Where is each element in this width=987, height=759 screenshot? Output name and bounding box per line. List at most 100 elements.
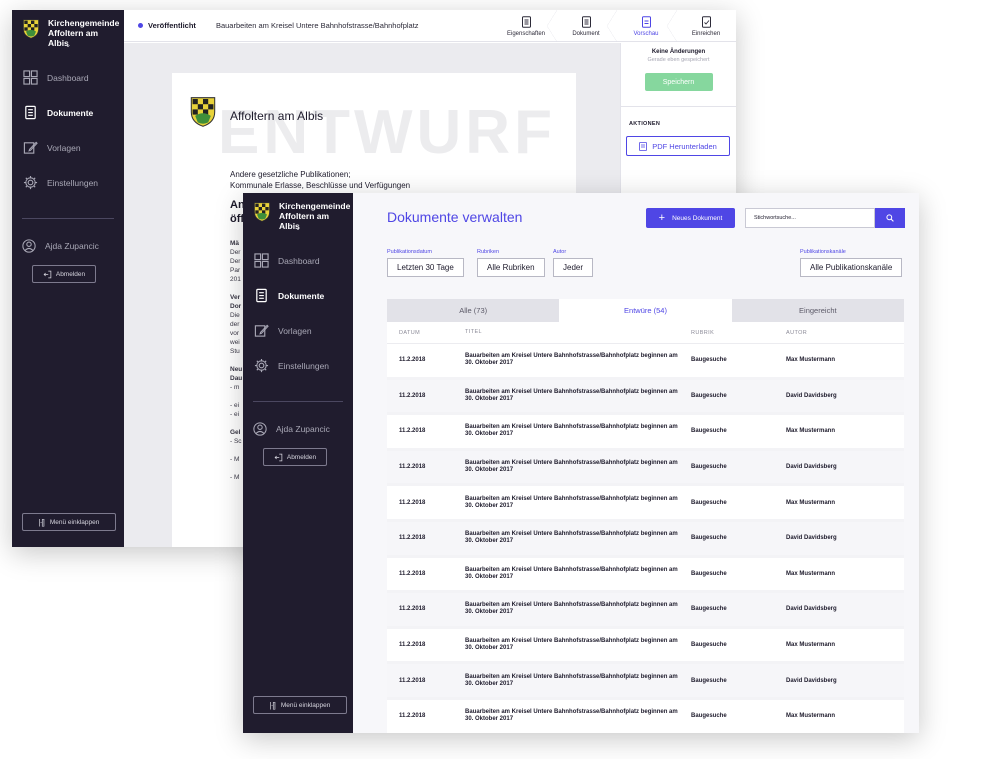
column-header-autor[interactable]: AUTOR xyxy=(786,330,904,336)
column-header-datum[interactable]: DATUM xyxy=(387,330,465,336)
user-icon xyxy=(253,422,267,436)
properties-icon xyxy=(521,15,531,28)
column-header-rubrik[interactable]: RUBRIK xyxy=(691,330,786,336)
logout-button[interactable]: Abmelden xyxy=(32,265,96,283)
draft-watermark: ENTWURF xyxy=(218,98,556,167)
search-input[interactable]: Stichwortsuche... xyxy=(745,208,875,228)
cell-author: David Davidsberg xyxy=(786,606,837,613)
filter-select[interactable]: Jeder xyxy=(553,258,594,277)
plus-icon: + xyxy=(658,212,666,224)
step-label: Eigenschaften xyxy=(506,30,546,37)
cell-date: 11.2.2018 xyxy=(399,713,426,720)
cell-date: 11.2.2018 xyxy=(399,642,426,649)
user-profile[interactable]: Ajda Zupancic xyxy=(243,422,353,436)
column-header-titel[interactable]: TITEL xyxy=(465,329,691,336)
save-button[interactable]: Speichern xyxy=(644,73,713,91)
cell-rubrik: Baugesuche xyxy=(691,357,727,364)
table-row[interactable]: 11.2.2018 Bauarbeiten am Kreisel Untere B… xyxy=(387,521,904,558)
cell-author: Max Mustermann xyxy=(786,570,836,577)
cell-date: 11.2.2018 xyxy=(399,392,426,399)
cell-date: 11.2.2018 xyxy=(399,464,426,471)
nav-label: Dokumente xyxy=(47,107,94,118)
step-dokument[interactable]: Dokument xyxy=(556,10,617,42)
collapse-icon: |·[] xyxy=(38,517,45,527)
divider xyxy=(22,218,114,219)
workflow-steps: Eigenschaften Dokument Vorschau Einreich… xyxy=(496,10,736,42)
table-row[interactable]: 11.2.2018 Bauarbeiten am Kreisel Untere B… xyxy=(387,450,904,487)
nav-item-dashboard[interactable]: Dashboard xyxy=(243,243,353,278)
cell-author: David Davidsberg xyxy=(786,464,837,471)
paper-line xyxy=(230,392,242,401)
search-button[interactable] xyxy=(875,208,905,228)
table-row[interactable]: 11.2.2018 Bauarbeiten am Kreisel Untere B… xyxy=(387,700,904,733)
nav-item-dokumente[interactable]: Dokumente xyxy=(243,278,353,313)
step-eigenschaften[interactable]: Eigenschaften xyxy=(496,10,557,42)
cell-title: Bauarbeiten am Kreisel Untere Bahnhofstr… xyxy=(465,673,678,687)
user-profile[interactable]: Ajda Zupancic xyxy=(12,239,124,253)
nav-item-dashboard[interactable]: Dashboard xyxy=(12,60,124,95)
paper-line xyxy=(230,284,242,293)
nav-item-vorlagen[interactable]: Vorlagen xyxy=(243,313,353,348)
table-header: DATUM TITEL RUBRIK AUTOR xyxy=(387,322,904,344)
collapse-menu-button[interactable]: |·[] Menü einklappen xyxy=(22,513,116,531)
chevron-down-icon[interactable]: ⌄ xyxy=(12,40,124,49)
tab-eingereicht[interactable]: Eingereicht xyxy=(732,299,904,322)
cell-title: Bauarbeiten am Kreisel Untere Bahnhofstr… xyxy=(465,353,678,367)
paper-line: Dor xyxy=(230,303,242,310)
paper-body: Mä Der Der Par 201 Ver Dor Die der vor wei Stu Neu Da… xyxy=(230,239,242,482)
table-row[interactable]: 11.2.2018 Bauarbeiten am Kreisel Untere B… xyxy=(387,629,904,665)
collapse-label: Menü einklappen xyxy=(280,701,331,709)
collapse-menu-button[interactable]: |·[] Menü einklappen xyxy=(253,696,347,714)
documents-icon xyxy=(22,105,38,121)
nav-item-dokumente[interactable]: Dokumente xyxy=(12,95,124,130)
nav-item-einstellungen[interactable]: Einstellungen xyxy=(243,348,353,383)
paper-line: vor xyxy=(230,330,240,337)
nav: Dashboard Dokumente Vorlagen Einstellung… xyxy=(12,60,124,200)
sidebar: Kirchengemeinde Affoltern am Albis ⌄ Das… xyxy=(12,10,124,547)
paper-line: Dau xyxy=(230,375,243,382)
filter-select[interactable]: Alle Rubriken xyxy=(477,258,545,277)
table-row[interactable]: 11.2.2018 Bauarbeiten am Kreisel Untere B… xyxy=(387,344,904,380)
tab-alle[interactable]: Alle (73) xyxy=(387,299,559,322)
chevron-down-icon[interactable]: ⌄ xyxy=(243,223,353,232)
step-einreichen[interactable]: Einreichen xyxy=(676,10,736,42)
new-document-button[interactable]: + Neues Dokument xyxy=(646,208,735,228)
editor-topbar: Veröffentlicht Bauarbeiten am Kreisel Un… xyxy=(124,10,736,42)
table-row[interactable]: 11.2.2018 Bauarbeiten am Kreisel Untere B… xyxy=(387,379,904,416)
filter-label: Publikationsdatum xyxy=(387,249,432,255)
filter-select[interactable]: Letzten 30 Tage xyxy=(387,258,464,277)
tab-entwuerfe[interactable]: Entwüre (54) xyxy=(559,299,732,322)
table-row[interactable]: 11.2.2018 Bauarbeiten am Kreisel Untere B… xyxy=(387,664,904,700)
user-name: Ajda Zupancic xyxy=(45,241,99,251)
main-content: Dokumente verwalten + Neues Dokument Stic… xyxy=(353,193,919,733)
table-row[interactable]: 11.2.2018 Bauarbeiten am Kreisel Untere B… xyxy=(387,558,904,594)
pdf-download-button[interactable]: PDF Herunterladen xyxy=(626,136,730,156)
document-tabs: Alle (73) Entwüre (54) Eingereicht xyxy=(387,299,904,322)
paper-line: - Sc xyxy=(230,438,242,445)
search-icon xyxy=(886,214,894,222)
table-row[interactable]: 11.2.2018 Bauarbeiten am Kreisel Untere B… xyxy=(387,486,904,522)
cell-rubrik: Baugesuche xyxy=(691,713,727,720)
filter-label: Rubriken xyxy=(477,249,500,255)
filter-select[interactable]: Alle Publikationskanäle xyxy=(800,258,903,277)
save-state: Keine Änderungen Gerade eben gespeichert… xyxy=(621,43,736,107)
crest-logo xyxy=(253,202,271,222)
nav-label: Dokumente xyxy=(278,290,325,301)
gear-icon xyxy=(22,175,38,191)
nav-item-vorlagen[interactable]: Vorlagen xyxy=(12,130,124,165)
templates-icon xyxy=(22,140,38,156)
org-line1: Kirchengemeinde xyxy=(279,201,351,211)
nav-label: Dashboard xyxy=(47,72,89,83)
logout-button[interactable]: Abmelden xyxy=(263,448,327,466)
table-row[interactable]: 11.2.2018 Bauarbeiten am Kreisel Untere B… xyxy=(387,415,904,451)
paper-line: - ei xyxy=(230,411,240,418)
table-row[interactable]: 11.2.2018 Bauarbeiten am Kreisel Untere B… xyxy=(387,593,904,629)
page-title: Dokumente verwalten xyxy=(387,209,523,225)
cell-rubrik: Baugesuche xyxy=(691,499,727,506)
step-vorschau[interactable]: Vorschau xyxy=(616,10,677,42)
paper-line: wei xyxy=(230,339,240,346)
collapse-label: Menü einklappen xyxy=(49,518,100,526)
nav-item-einstellungen[interactable]: Einstellungen xyxy=(12,165,124,200)
cell-author: Max Mustermann xyxy=(786,499,836,506)
cell-date: 11.2.2018 xyxy=(399,570,426,577)
